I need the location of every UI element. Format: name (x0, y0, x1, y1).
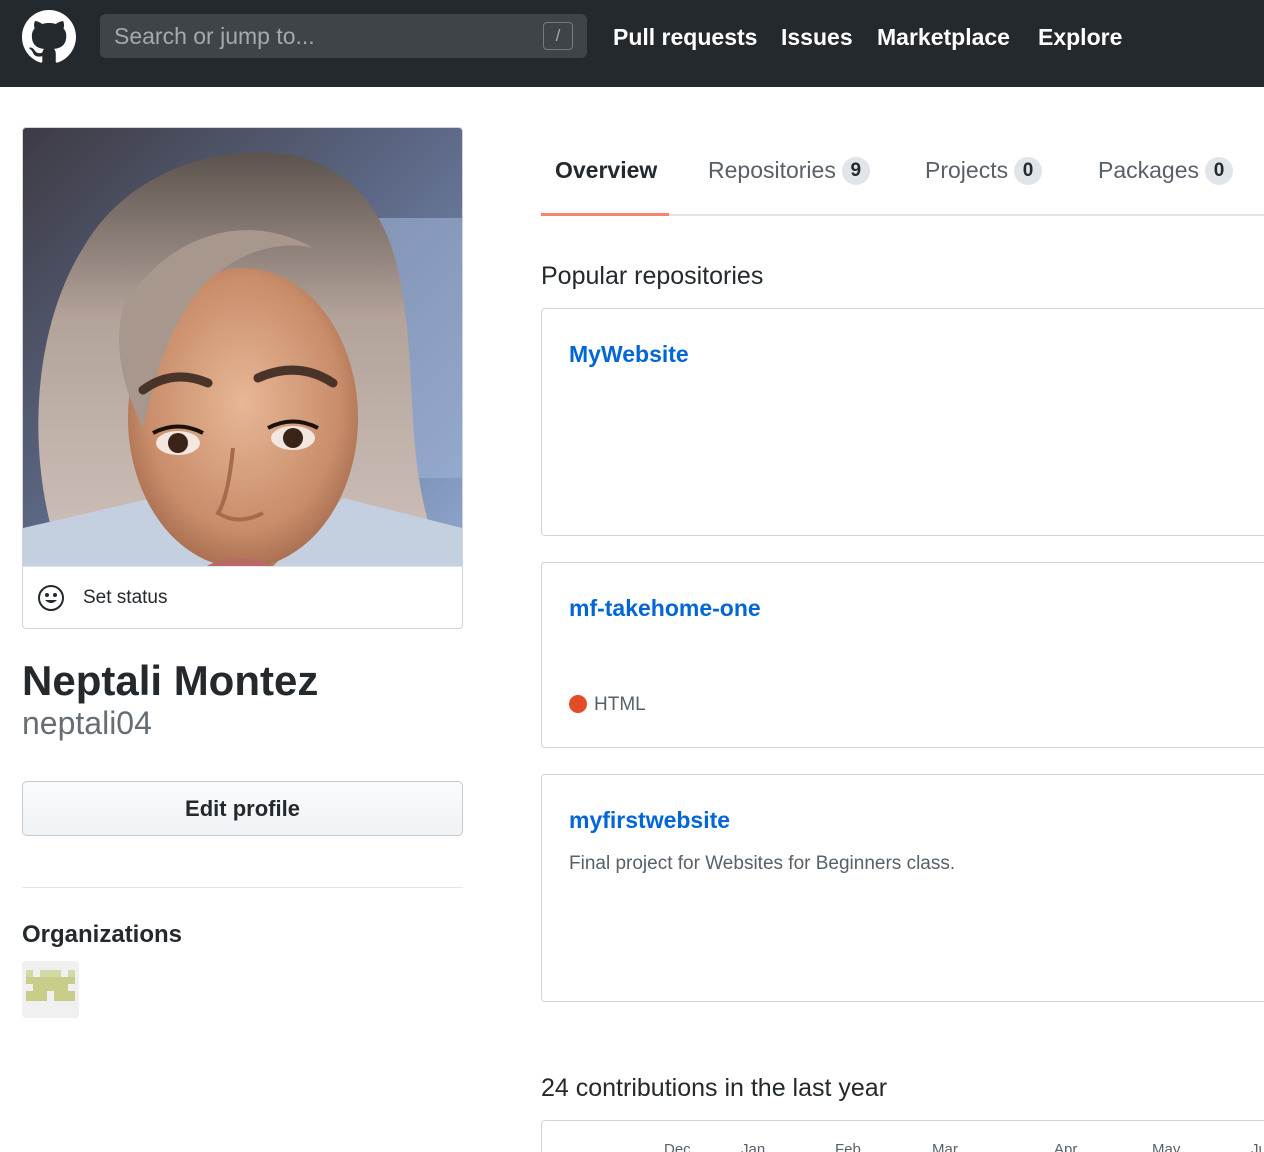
repo-description: Final project for Websites for Beginners… (569, 853, 956, 874)
month-label: Jan (741, 1141, 766, 1152)
tab-projects[interactable]: Projects 0 (925, 128, 1043, 216)
profile-username: neptali04 (22, 705, 152, 741)
repositories-count-badge: 9 (841, 157, 870, 185)
edit-profile-button[interactable]: Edit profile (22, 781, 463, 836)
contribution-graph: Dec Jan Feb Mar Apr May Ju (541, 1120, 1264, 1152)
repo-link[interactable]: mf-takehome-one (569, 593, 761, 623)
repo-card: mf-takehome-one HTML (541, 562, 1264, 748)
set-status-label: Set status (83, 587, 168, 608)
profile-tabs: Overview Repositories 9 Projects 0 Package… (541, 128, 1264, 216)
search-shortcut-key: / (543, 22, 573, 50)
packages-count-badge: 0 (1205, 157, 1234, 185)
search-box[interactable]: / (100, 14, 587, 58)
month-label: Feb (835, 1141, 861, 1152)
month-label: Apr (1054, 1141, 1078, 1152)
nav-explore[interactable]: Explore (1038, 22, 1122, 52)
month-label: Dec (664, 1141, 691, 1152)
nav-marketplace[interactable]: Marketplace (877, 22, 1010, 52)
profile-avatar-photo[interactable] (23, 128, 462, 566)
profile-full-name: Neptali Montez (22, 657, 319, 704)
profile-avatar-card: Set status (22, 127, 463, 629)
nav-pull-requests[interactable]: Pull requests (613, 22, 757, 52)
language-color-dot (569, 695, 587, 713)
tab-overview[interactable]: Overview (555, 128, 657, 216)
tab-overview-label: Overview (555, 157, 658, 183)
repo-card: myfirstwebsite Final project for Website… (541, 774, 1264, 1002)
top-navbar: / Pull requests Issues Marketplace Explo… (0, 0, 1264, 87)
repo-language: HTML (569, 693, 646, 717)
github-logo-icon[interactable] (22, 10, 76, 64)
popular-repositories-heading: Popular repositories (541, 262, 764, 290)
month-label: Ju (1251, 1141, 1264, 1152)
tab-repositories[interactable]: Repositories 9 (708, 128, 870, 216)
tab-packages-label: Packages (1098, 157, 1200, 183)
nav-issues[interactable]: Issues (781, 22, 853, 52)
tab-packages[interactable]: Packages 0 (1098, 128, 1234, 216)
smiley-icon (38, 585, 64, 611)
selected-tab-underline (541, 213, 669, 216)
tab-projects-label: Projects (925, 157, 1009, 183)
projects-count-badge: 0 (1014, 157, 1043, 185)
repo-language-label: HTML (594, 694, 646, 715)
month-label: May (1152, 1141, 1181, 1152)
set-status-button[interactable]: Set status (23, 566, 462, 628)
month-label: Mar (932, 1141, 958, 1152)
organization-avatar[interactable] (22, 961, 79, 1018)
search-input[interactable] (100, 14, 530, 58)
repo-card: MyWebsite (541, 308, 1264, 536)
repo-link[interactable]: MyWebsite (569, 339, 689, 369)
tab-repositories-label: Repositories (708, 157, 836, 183)
sidebar-divider (22, 887, 463, 888)
repo-link[interactable]: myfirstwebsite (569, 805, 730, 835)
organizations-heading: Organizations (22, 921, 183, 948)
contributions-heading: 24 contributions in the last year (541, 1074, 888, 1102)
